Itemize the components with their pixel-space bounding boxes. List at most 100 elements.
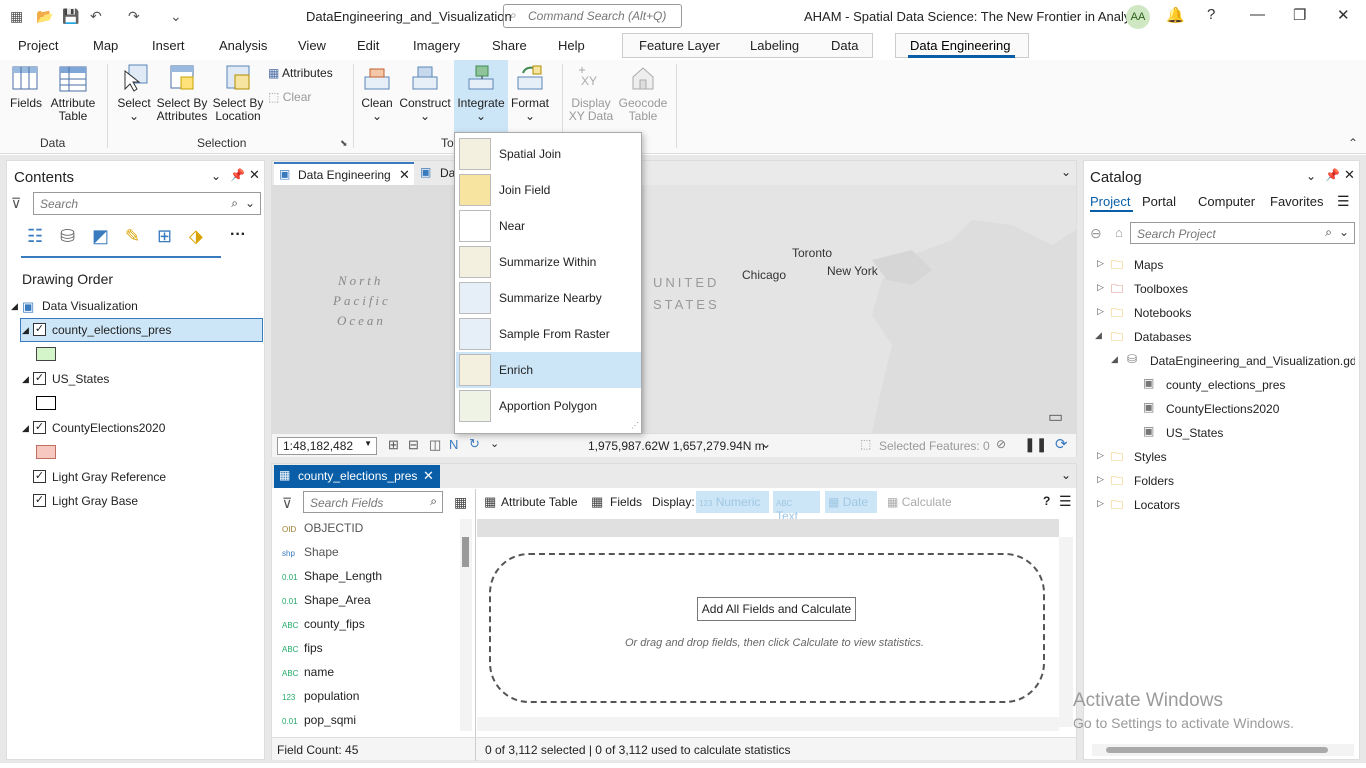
restore-icon[interactable]: ❐ — [1293, 6, 1306, 24]
list-by-data-source-icon[interactable]: ⛁ — [60, 226, 75, 247]
redo-icon[interactable]: ↷ — [128, 8, 140, 25]
tab-share[interactable]: Share — [492, 38, 527, 53]
home-icon[interactable]: ⌂ — [1115, 225, 1123, 240]
chevron-down-icon[interactable]: ⌄ — [761, 437, 771, 451]
catalog-item-folders[interactable]: Folders — [1134, 474, 1174, 488]
tab-catalog-project[interactable]: Project — [1090, 194, 1130, 209]
select-button[interactable]: Select ⌄ — [114, 63, 154, 123]
customize-qat-icon[interactable]: ⌄ — [170, 8, 182, 25]
search-fields-input[interactable]: Search Fields ⌕ — [303, 491, 443, 513]
tab-data-visualization-map[interactable]: ▣ Da — [417, 162, 457, 185]
list-item[interactable]: OID OBJECTID — [282, 521, 363, 535]
tab-catalog-portal[interactable]: Portal — [1142, 194, 1176, 209]
expand-arrow-icon[interactable]: ▷ — [1097, 282, 1104, 293]
list-by-drawing-order-icon[interactable]: ☷ — [27, 226, 43, 247]
help-icon[interactable]: ? — [1043, 494, 1050, 508]
integrate-button[interactable]: Integrate ⌄ — [454, 60, 508, 132]
layer-county-elections-2020[interactable]: CountyElections2020 — [52, 421, 165, 435]
expand-arrow-icon[interactable]: ▷ — [1097, 474, 1104, 485]
calculate-button[interactable]: ▦ Calculate — [884, 491, 964, 513]
close-icon[interactable]: ✕ — [1337, 6, 1350, 24]
select-by-attributes-button[interactable]: Select By Attributes — [154, 63, 210, 123]
notification-icon[interactable]: 🔔 — [1166, 6, 1185, 24]
map-name[interactable]: Data Visualization — [42, 299, 138, 313]
display-xy-data-button[interactable]: XY Display XY Data — [566, 63, 616, 123]
pane-menu-icon[interactable]: ⌄ — [211, 169, 221, 183]
catalog-item-styles[interactable]: Styles — [1134, 450, 1167, 464]
list-item[interactable]: ABC fips — [282, 641, 323, 655]
north-arrow-icon[interactable]: N — [449, 437, 458, 452]
list-item[interactable]: 0.01 Shape_Length — [282, 569, 382, 583]
layer-visibility-checkbox[interactable]: ✓ — [33, 494, 46, 507]
layer-us-states[interactable]: US_States — [52, 372, 109, 386]
more-options-icon[interactable]: ··· — [230, 226, 246, 244]
catalog-item-notebooks[interactable]: Notebooks — [1134, 306, 1191, 320]
layer-symbol-swatch[interactable] — [36, 445, 56, 459]
tab-county-elections-pres[interactable]: ▦ county_elections_pres ✕ — [274, 465, 440, 488]
catalog-item-gdb[interactable]: DataEngineering_and_Visualization.gdb — [1150, 354, 1355, 368]
tab-project[interactable]: Project — [18, 38, 58, 53]
tab-analysis[interactable]: Analysis — [219, 38, 267, 53]
pin-icon[interactable]: 📌 — [230, 168, 245, 182]
format-button[interactable]: Format ⌄ — [508, 63, 552, 123]
menu-item-spatial-join[interactable]: Spatial Join — [456, 136, 641, 172]
text-filter-toggle[interactable]: ABC Text — [773, 491, 820, 523]
tab-help[interactable]: Help — [558, 38, 585, 53]
close-tab-icon[interactable]: ✕ — [399, 167, 410, 183]
splitter[interactable] — [475, 489, 476, 757]
field-list-scrollbar[interactable] — [460, 519, 472, 731]
attributes-button[interactable]: ▦ Attributes — [268, 66, 333, 80]
collapse-arrow-icon[interactable]: ◢ — [22, 423, 29, 434]
expand-arrow-icon[interactable]: ▷ — [1097, 306, 1104, 317]
avatar[interactable]: AA — [1126, 5, 1150, 29]
layer-county-elections-pres[interactable]: county_elections_pres — [52, 323, 171, 337]
catalog-item-feature-class[interactable]: county_elections_pres — [1166, 378, 1285, 392]
construct-button[interactable]: Construct ⌄ — [398, 63, 452, 123]
pin-icon[interactable]: 📌 — [1325, 168, 1340, 182]
tab-list-chevron-icon[interactable]: ⌄ — [1061, 165, 1071, 179]
horizontal-scrollbar[interactable] — [477, 717, 1059, 731]
list-by-labeling-icon[interactable]: ⬗ — [189, 226, 203, 247]
list-item[interactable]: shp Shape — [282, 545, 339, 559]
tab-feature-layer[interactable]: Feature Layer — [639, 38, 720, 53]
menu-item-summarize-within[interactable]: Summarize Within — [456, 244, 641, 280]
open-project-icon[interactable]: 📂 — [36, 8, 53, 25]
horizontal-scrollbar[interactable] — [1092, 744, 1354, 756]
scroll-thumb[interactable] — [1106, 747, 1328, 753]
layer-light-gray-base[interactable]: Light Gray Base — [52, 494, 138, 508]
close-tab-icon[interactable]: ✕ — [423, 468, 434, 484]
pane-menu-icon[interactable]: ⌄ — [1306, 169, 1316, 183]
command-search-input[interactable]: ⌕ Command Search (Alt+Q) — [503, 4, 682, 28]
tab-catalog-favorites[interactable]: Favorites — [1270, 194, 1323, 209]
numeric-filter-toggle[interactable]: 123 Numeric — [696, 491, 769, 513]
drop-zone[interactable] — [489, 553, 1045, 703]
layer-light-gray-reference[interactable]: Light Gray Reference — [52, 470, 166, 484]
list-item[interactable]: ABC name — [282, 665, 334, 679]
clear-button[interactable]: ⬚ Clear — [268, 90, 311, 104]
list-by-selection-icon[interactable]: ◩ — [92, 226, 109, 247]
collapse-arrow-icon[interactable]: ◢ — [22, 325, 29, 336]
layer-visibility-checkbox[interactable]: ✓ — [33, 372, 46, 385]
catalog-item-databases[interactable]: Databases — [1134, 330, 1191, 344]
add-all-fields-button[interactable]: Add All Fields and Calculate — [697, 597, 856, 621]
chevron-down-icon[interactable]: ⌄ — [490, 437, 499, 450]
refresh-icon[interactable]: ⟳ — [1055, 435, 1068, 453]
new-project-icon[interactable]: ▦ — [10, 8, 23, 25]
close-pane-icon[interactable]: ✕ — [1344, 167, 1355, 183]
snapping-icon[interactable]: ⊟ — [408, 437, 419, 453]
fields-button[interactable]: Fields — [8, 63, 44, 110]
search-project-input[interactable]: Search Project ⌕ ⌄ — [1130, 222, 1355, 244]
list-item[interactable]: 0.01 Shape_Area — [282, 593, 371, 607]
scale-dropdown[interactable]: 1:48,182,482 ▼ — [277, 437, 377, 455]
attribute-table-button[interactable]: Attribute Table — [47, 63, 99, 123]
fields-link[interactable]: Fields — [610, 495, 642, 509]
overview-toggle-icon[interactable]: ▭ — [1048, 407, 1063, 427]
menu-item-join-field[interactable]: Join Field — [456, 172, 641, 208]
menu-item-sample-from-raster[interactable]: Sample From Raster — [456, 316, 641, 352]
filter-icon[interactable]: ⊽ — [282, 495, 292, 512]
menu-item-enrich[interactable]: Enrich — [456, 352, 641, 388]
list-item[interactable]: 123 population — [282, 689, 359, 703]
layer-symbol-swatch[interactable] — [36, 347, 56, 361]
resize-grip-icon[interactable]: ⋰ — [631, 421, 639, 430]
list-by-editing-icon[interactable]: ✎ — [125, 226, 140, 247]
